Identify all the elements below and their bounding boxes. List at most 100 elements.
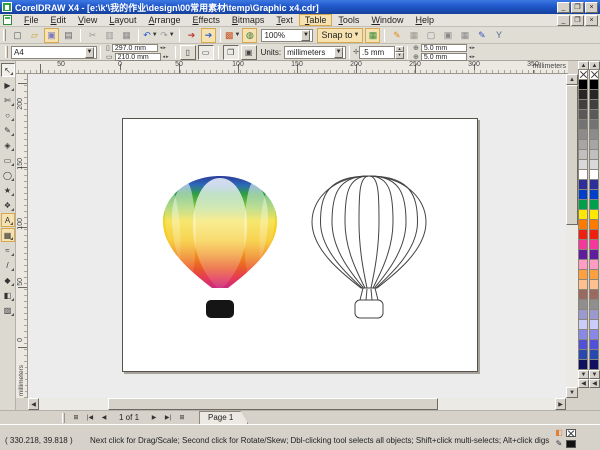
last-page-button[interactable]: ▶| (162, 412, 174, 424)
copy-icon[interactable]: ▥ (102, 28, 117, 43)
navigator-handle[interactable] (62, 413, 65, 423)
snap-to-button[interactable]: Snap to ▼ (317, 28, 363, 43)
zoom-level-dropdown-icon[interactable]: ▼ (301, 30, 310, 41)
menu-window[interactable]: Window (365, 14, 409, 26)
current-page-button[interactable]: ▣ (241, 45, 257, 60)
rectangle-tool[interactable]: ▭ (1, 153, 15, 167)
menu-file[interactable]: File (18, 14, 45, 26)
duplicate-y-field[interactable]: 5.0 mm (421, 53, 467, 61)
add-page-button-right[interactable]: ⊞ (176, 412, 188, 424)
menu-arrange[interactable]: Arrange (142, 14, 186, 26)
pick-tool[interactable]: ↖ (1, 63, 15, 77)
no-color-swatch[interactable] (578, 69, 588, 80)
paper-size-combo[interactable]: A4 ▼ (11, 46, 97, 59)
doc-restore-button[interactable]: ❐ (571, 15, 584, 26)
minimize-button[interactable]: _ (557, 2, 570, 13)
text-tool[interactable]: A (1, 213, 15, 227)
interactive-blend-tool[interactable]: ≈ (1, 243, 15, 257)
doc-close-button[interactable]: × (585, 15, 598, 26)
all-pages-button[interactable]: ❐ (223, 45, 239, 60)
menu-edit[interactable]: Edit (45, 14, 73, 26)
palette-expand-icon[interactable]: ◀ (578, 379, 589, 388)
first-page-button[interactable]: |◀ (84, 412, 96, 424)
snap-grid-icon[interactable]: ▦ (365, 28, 380, 43)
scroll-right-icon[interactable]: ▶ (555, 398, 566, 410)
nudge-stepper[interactable]: ▲▼ (395, 46, 404, 59)
crop-tool[interactable]: ✄ (1, 93, 15, 107)
redo-icon[interactable]: ↷▼ (160, 28, 175, 43)
ellipse-tool[interactable]: ◯ (1, 168, 15, 182)
menu-tools[interactable]: Tools (332, 14, 365, 26)
smart-fill-tool[interactable]: ◈ (1, 138, 15, 152)
duplicate-x-stepper[interactable]: ◂▸ (469, 45, 476, 51)
scroll-down-icon[interactable]: ▼ (566, 387, 578, 398)
propbar-grip[interactable] (5, 46, 8, 58)
page-tab[interactable]: Page 1 (199, 411, 248, 424)
vertical-scrollbar[interactable]: ▲ ▼ (566, 74, 578, 398)
table-setup-icon[interactable]: ▦ (457, 28, 472, 43)
toolbar-grip[interactable] (3, 29, 6, 41)
portrait-button[interactable]: ▯ (180, 45, 196, 60)
restore-button[interactable]: ❐ (571, 2, 584, 13)
doc-minimize-button[interactable]: _ (557, 15, 570, 26)
close-button[interactable]: × (585, 2, 598, 13)
vertical-ruler[interactable]: millimeters 200150100500 (16, 74, 28, 398)
colored-balloon[interactable] (163, 176, 277, 318)
menu-table[interactable]: Table (299, 14, 333, 26)
color-swatch[interactable] (578, 359, 588, 370)
menu-help[interactable]: Help (409, 14, 440, 26)
zoom-tool[interactable]: ○ (1, 108, 15, 122)
print-icon[interactable]: ▤ (61, 28, 76, 43)
color-swatch[interactable] (589, 359, 599, 370)
outline-pen-tool[interactable]: ◆ (1, 273, 15, 287)
new-icon[interactable]: ▢ (10, 28, 25, 43)
shape-tool[interactable]: ▶ (1, 78, 15, 92)
paper-height-field[interactable]: 210.0 mm (115, 53, 161, 61)
horizontal-ruler[interactable]: millimeters 50050100150200250300350 (16, 61, 568, 74)
polygon-tool[interactable]: ★ (1, 183, 15, 197)
paper-width-field[interactable]: 297.0 mm (112, 44, 158, 52)
options-icon[interactable]: ✎ (389, 28, 404, 43)
undo-icon[interactable]: ↶▼ (143, 28, 158, 43)
next-page-button[interactable]: ▶ (148, 412, 160, 424)
palette-expand-icon[interactable]: ◀ (589, 379, 600, 388)
welcome-screen-icon[interactable]: ◍ (242, 28, 257, 43)
palette-scroll-down-icon[interactable]: ▼ (578, 370, 589, 379)
document-icon[interactable] (3, 15, 12, 25)
add-page-button[interactable]: ⊞ (70, 412, 82, 424)
duplicate-x-field[interactable]: 5.0 mm (421, 44, 467, 52)
units-dropdown-icon[interactable]: ▼ (334, 47, 343, 58)
page-canvas[interactable] (122, 118, 478, 372)
menu-view[interactable]: View (72, 14, 103, 26)
basic-shapes-tool[interactable]: ❖ (1, 198, 15, 212)
no-color-swatch[interactable] (589, 69, 599, 80)
snap-to-dropdown-icon[interactable]: ▼ (354, 32, 360, 38)
menu-text[interactable]: Text (270, 14, 299, 26)
scroll-left-icon[interactable]: ◀ (28, 398, 39, 410)
drawing-viewport[interactable] (28, 74, 566, 398)
grid-setup-icon[interactable]: ▦ (406, 28, 421, 43)
import-icon[interactable]: ➔ (184, 28, 199, 43)
landscape-button[interactable]: ▭ (198, 45, 214, 60)
eyedropper-tool[interactable]: / (1, 258, 15, 272)
zoom-level-combo[interactable]: 100% ▼ (261, 29, 313, 42)
application-launcher-icon[interactable]: ▩▼ (225, 28, 240, 43)
nudge-field[interactable]: .5 mm (359, 46, 395, 59)
new-window-icon[interactable]: ▢ (423, 28, 438, 43)
glass-icon[interactable]: Y (491, 28, 506, 43)
menu-effects[interactable]: Effects (186, 14, 225, 26)
application-launcher-dropdown-icon[interactable]: ▼ (235, 32, 241, 38)
paper-width-stepper[interactable]: ◂▸ (160, 45, 167, 51)
redo-dropdown-icon[interactable]: ▼ (169, 32, 175, 38)
freehand-tool[interactable]: ✎ (1, 123, 15, 137)
menu-layout[interactable]: Layout (103, 14, 142, 26)
undo-dropdown-icon[interactable]: ▼ (152, 32, 158, 38)
menu-bitmaps[interactable]: Bitmaps (226, 14, 271, 26)
prev-page-button[interactable]: ◀ (98, 412, 110, 424)
pen-settings-icon[interactable]: ✎ (474, 28, 489, 43)
scroll-up-icon[interactable]: ▲ (566, 74, 578, 85)
fill-tool[interactable]: ◧ (1, 288, 15, 302)
interactive-fill-tool[interactable]: ▨ (1, 303, 15, 317)
open-icon[interactable]: ▱ (27, 28, 42, 43)
palette-scroll-down-icon[interactable]: ▼ (589, 370, 600, 379)
